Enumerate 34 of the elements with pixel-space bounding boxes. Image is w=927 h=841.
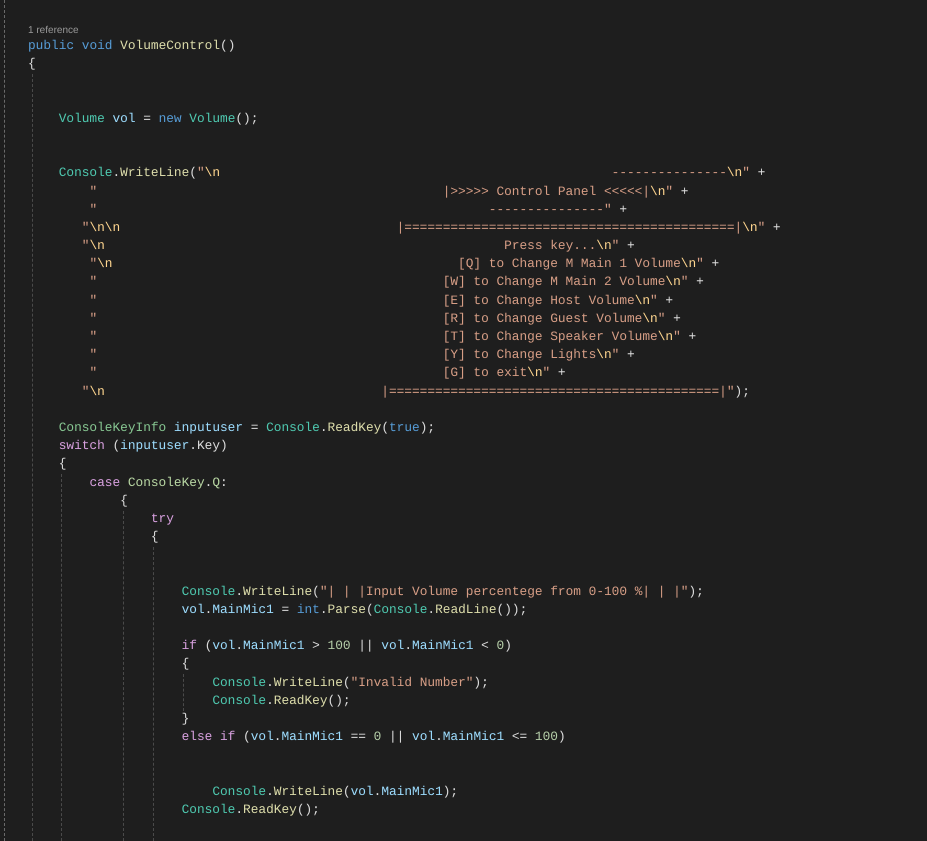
code-line: "\n Press key...\n" +	[82, 237, 635, 256]
code-line: " [R] to Change Guest Volume\n" +	[89, 310, 681, 328]
code-line: Console.ReadKey();	[182, 800, 320, 819]
code-line: Console.WriteLine("\n ---------------\n" +	[58, 164, 766, 182]
code-line: {	[150, 528, 159, 546]
code-line: }	[182, 710, 190, 728]
code-line: Console.ReadKey();	[212, 692, 351, 710]
code-line: vol.MainMic1 = int.Parse(Console.ReadLine());	[182, 600, 528, 619]
code-line: "\n [Q] to Change M Main 1 Volume\n" +	[89, 255, 720, 274]
code-line: "\n\n |===========================================|\n" +	[82, 218, 781, 237]
code-line: {	[58, 455, 66, 474]
code-line: " ---------------" +	[89, 200, 627, 219]
code-line: try	[150, 510, 174, 528]
code-line: "\n |===========================================|");	[82, 382, 750, 401]
code-line: " [Y] to Change Lights\n" +	[89, 346, 635, 364]
reference-count-link[interactable]: 1 reference	[28, 24, 79, 37]
code-line: {	[120, 492, 128, 510]
code-line: {	[28, 55, 36, 74]
code-line: Volume vol = new Volume();	[58, 110, 258, 128]
code-line: Console.WriteLine("| | |Input Volume percentege from 0-100 %| | |");	[182, 582, 704, 601]
code-line: " [E] to Change Host Volume\n" +	[89, 292, 674, 310]
code-line: " |>>>>> Control Panel <<<<<|\n" +	[89, 182, 688, 200]
code-line: ConsoleKeyInfo inputuser = Console.ReadKey(true);	[58, 418, 436, 437]
code-line: " [T] to Change Speaker Volume\n" +	[89, 328, 696, 346]
code-line: case ConsoleKey.Q:	[89, 474, 228, 492]
code-line: " [G] to exit\n" +	[89, 364, 566, 382]
code-line: " [W] to Change M Main 2 Volume\n" +	[89, 273, 704, 292]
code-line: if (vol.MainMic1 > 100 || vol.MainMic1 < 0)	[182, 637, 512, 656]
code-line: public void VolumeControl()	[28, 37, 236, 55]
code-line: switch (inputuser.Key)	[58, 437, 228, 456]
code-line: Console.WriteLine("Invalid Number");	[212, 674, 489, 692]
code-line: {	[182, 655, 190, 674]
code-line: else if (vol.MainMic1 == 0 || vol.MainMic1 <= 100)	[182, 728, 566, 746]
code-line: Console.WriteLine(vol.MainMic1);	[212, 782, 458, 801]
